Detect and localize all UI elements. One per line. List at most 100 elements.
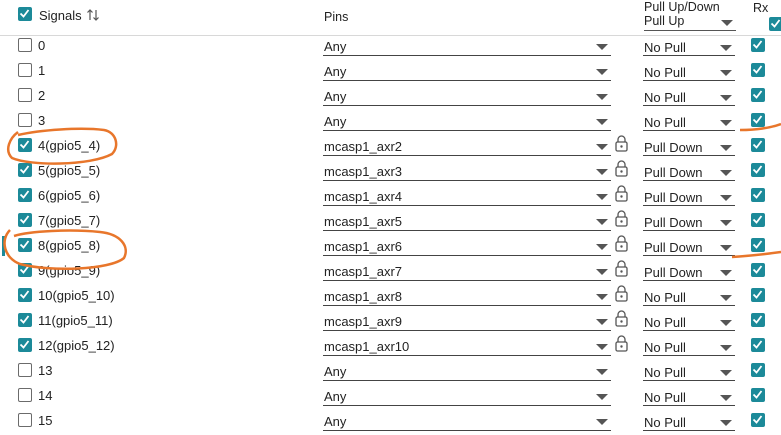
table-row: 8(gpio5_8) mcasp1_axr6 Pull Down [0, 234, 781, 259]
rx-checkbox[interactable] [751, 388, 765, 402]
pin-value: mcasp1_axr4 [324, 189, 403, 204]
rx-checkbox[interactable] [751, 338, 765, 352]
pull-select[interactable]: No Pull [643, 413, 735, 431]
pin-select[interactable]: mcasp1_axr9 [323, 313, 611, 331]
pin-select[interactable]: mcasp1_axr2 [323, 138, 611, 156]
pull-select[interactable]: No Pull [643, 88, 735, 106]
chevron-down-icon [720, 295, 732, 301]
pull-all-select[interactable]: Pull Up [644, 14, 736, 31]
pull-value: Pull Down [644, 265, 703, 280]
pin-value: Any [324, 39, 347, 54]
pin-select[interactable]: mcasp1_axr3 [323, 163, 611, 181]
pull-select[interactable]: Pull Down [643, 188, 735, 206]
lock-icon[interactable] [615, 285, 628, 305]
pull-value: No Pull [644, 90, 686, 105]
lock-icon[interactable] [615, 260, 628, 280]
pin-select[interactable]: Any [323, 413, 611, 431]
pin-select[interactable]: mcasp1_axr5 [323, 213, 611, 231]
rx-checkbox[interactable] [751, 38, 765, 52]
pull-select[interactable]: No Pull [643, 388, 735, 406]
chevron-down-icon [720, 120, 732, 126]
pin-select[interactable]: Any [323, 38, 611, 56]
signal-checkbox[interactable] [18, 38, 32, 52]
pull-select[interactable]: No Pull [643, 63, 735, 81]
signal-checkbox[interactable] [18, 238, 32, 252]
check-icon [19, 340, 30, 349]
pin-select[interactable]: Any [323, 88, 611, 106]
rx-checkbox[interactable] [751, 138, 765, 152]
chevron-down-icon [596, 194, 608, 200]
signal-checkbox[interactable] [18, 363, 32, 377]
select-all-signals-checkbox[interactable] [18, 7, 32, 21]
rx-checkbox[interactable] [751, 113, 765, 127]
pull-select[interactable]: No Pull [643, 38, 735, 56]
signal-checkbox[interactable] [18, 63, 32, 77]
pull-select[interactable]: Pull Down [643, 138, 735, 156]
table-row: 12(gpio5_12) mcasp1_axr10 No Pull [0, 334, 781, 359]
chevron-down-icon [720, 320, 732, 326]
signal-checkbox[interactable] [18, 138, 32, 152]
signal-checkbox[interactable] [18, 88, 32, 102]
pin-select[interactable]: mcasp1_axr7 [323, 263, 611, 281]
lock-icon[interactable] [615, 135, 628, 155]
lock-icon[interactable] [615, 210, 628, 230]
signal-checkbox[interactable] [18, 263, 32, 277]
pull-select[interactable]: Pull Down [643, 238, 735, 256]
rx-checkbox[interactable] [751, 188, 765, 202]
rx-checkbox[interactable] [751, 288, 765, 302]
pull-select[interactable]: No Pull [643, 313, 735, 331]
rx-checkbox[interactable] [751, 263, 765, 277]
signals-column-header[interactable]: Signals [39, 8, 82, 23]
lock-icon[interactable] [615, 160, 628, 180]
lock-icon[interactable] [615, 235, 628, 255]
signal-checkbox[interactable] [18, 163, 32, 177]
pull-select[interactable]: Pull Down [643, 263, 735, 281]
pin-select[interactable]: Any [323, 113, 611, 131]
rx-checkbox[interactable] [751, 213, 765, 227]
select-all-rx-checkbox[interactable] [768, 17, 781, 31]
check-icon [19, 290, 30, 299]
lock-icon[interactable] [615, 185, 628, 205]
pin-select[interactable]: mcasp1_axr8 [323, 288, 611, 306]
pin-value: Any [324, 114, 347, 129]
signal-checkbox[interactable] [18, 288, 32, 302]
rx-checkbox[interactable] [751, 163, 765, 177]
pull-select[interactable]: Pull Down [643, 163, 735, 181]
pull-select[interactable]: No Pull [643, 363, 735, 381]
signal-checkbox[interactable] [18, 313, 32, 327]
signal-checkbox[interactable] [18, 113, 32, 127]
pull-select[interactable]: No Pull [643, 288, 735, 306]
pin-select[interactable]: Any [323, 63, 611, 81]
signal-checkbox[interactable] [18, 213, 32, 227]
check-icon [752, 240, 763, 249]
check-icon [19, 9, 30, 18]
lock-icon[interactable] [615, 310, 628, 330]
rx-checkbox[interactable] [751, 63, 765, 77]
table-row: 7(gpio5_7) mcasp1_axr5 Pull Down [0, 209, 781, 234]
rx-checkbox[interactable] [751, 363, 765, 377]
pin-select[interactable]: Any [323, 388, 611, 406]
pull-select[interactable]: Pull Down [643, 213, 735, 231]
rx-checkbox[interactable] [751, 88, 765, 102]
table-row: 13 Any No Pull [0, 359, 781, 384]
pin-select[interactable]: Any [323, 363, 611, 381]
signal-checkbox[interactable] [18, 338, 32, 352]
check-icon [752, 365, 763, 374]
signal-checkbox[interactable] [18, 388, 32, 402]
rx-checkbox[interactable] [751, 413, 765, 427]
sort-icon[interactable] [86, 7, 100, 23]
pull-value: Pull Down [644, 165, 703, 180]
pin-select[interactable]: mcasp1_axr4 [323, 188, 611, 206]
chevron-down-icon [720, 370, 732, 376]
lock-icon[interactable] [615, 335, 628, 355]
pull-select[interactable]: No Pull [643, 113, 735, 131]
signal-checkbox[interactable] [18, 188, 32, 202]
rx-checkbox[interactable] [751, 238, 765, 252]
pin-select[interactable]: mcasp1_axr6 [323, 238, 611, 256]
table-row: 15 Any No Pull [0, 409, 781, 434]
signal-checkbox[interactable] [18, 413, 32, 427]
pull-value: Pull Down [644, 215, 703, 230]
pull-select[interactable]: No Pull [643, 338, 735, 356]
pin-select[interactable]: mcasp1_axr10 [323, 338, 611, 356]
rx-checkbox[interactable] [751, 313, 765, 327]
